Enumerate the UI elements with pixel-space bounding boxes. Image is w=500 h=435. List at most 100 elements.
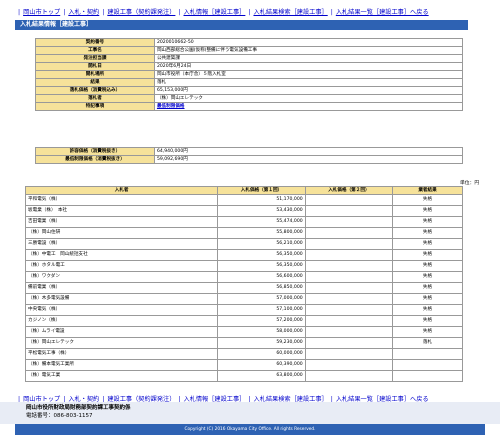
- bid-price-round1: 56,600,000: [217, 271, 306, 283]
- info-label: 最低制限価格（消費税抜き）: [35, 155, 155, 164]
- bid-price-round1: 53,430,000: [217, 205, 306, 217]
- info-label: 結果: [35, 78, 155, 87]
- info-row: 開札場所 岡山市役所（本庁舎）５階入札室: [35, 70, 464, 79]
- table-row: 吉田電業（株） 55,474,000 失格: [24, 216, 463, 228]
- header-price-round2: 入札価格（第２回）: [304, 186, 394, 195]
- info-label: 特記事項: [35, 102, 155, 111]
- nav-link-bid-result-search[interactable]: 入札結果検索［建設工事］: [253, 9, 327, 16]
- info-row: 落札者 （株）岡山エレテック: [35, 94, 464, 103]
- bidder-name: （株）ワクダン: [24, 271, 219, 283]
- bid-result: [392, 370, 463, 382]
- bid-price-round2: [304, 227, 394, 239]
- bidder-name: （株）岡山住研: [24, 227, 219, 239]
- bidder-name: （株）ホタル電工: [24, 260, 219, 272]
- info-value: 岡山市役所（本庁舎）５階入札室: [153, 70, 464, 79]
- table-header-row: 入札者 入札価格（第１回） 入札価格（第２回） 業者結果: [24, 186, 463, 195]
- bid-result: [392, 348, 463, 360]
- price-info-table: 許容価格（消費税抜き） 64,940,000円 最低制限価格（消費税抜き） 59,0…: [35, 147, 464, 164]
- bid-price-round1: 56,350,000: [217, 249, 306, 261]
- bid-price-round1: 57,000,000: [217, 293, 306, 305]
- table-row: 平和電気（株） 51,170,000 失格: [24, 194, 463, 206]
- info-label: 許容価格（消費税抜き）: [35, 147, 155, 156]
- bid-price-round1: 63,800,000: [217, 370, 306, 382]
- bidder-name: （株）木多電気設備: [24, 293, 219, 305]
- table-row: 中央電気（株） 57,100,000 失格: [24, 304, 463, 316]
- header-bidder: 入札者: [24, 186, 219, 195]
- bid-price-round2: [304, 293, 394, 305]
- bid-price-round2: [304, 249, 394, 261]
- contact-phone: 電話番号：086-803-1157: [26, 413, 93, 419]
- bid-price-round1: 56,350,000: [217, 260, 306, 272]
- table-row: 平松電気工事（株） 60,000,000: [24, 348, 463, 360]
- bid-result: 落札: [392, 337, 463, 349]
- header-result: 業者結果: [392, 186, 463, 195]
- bid-price-round1: 57,100,000: [217, 304, 306, 316]
- nav-link-construction-contract[interactable]: 建設工事（契約課発注）: [107, 9, 175, 16]
- bid-result: 失格: [392, 227, 463, 239]
- bid-price-round1: 59,230,000: [217, 337, 306, 349]
- nav-link-bid-info[interactable]: 入札情報［建設工事］: [184, 9, 246, 16]
- table-row: （株）木多電気設備 57,000,000 失格: [24, 293, 463, 305]
- bid-price-round2: [304, 326, 394, 338]
- bid-price-round2: [304, 238, 394, 250]
- nav-link-bidding-contract[interactable]: 入札・契約: [68, 9, 99, 16]
- bidder-name: （株）岡山エレテック: [24, 337, 219, 349]
- info-value: 59,092,690円: [153, 155, 464, 164]
- table-row: 坂電業（株） 本社 53,430,000 失格: [24, 205, 463, 217]
- info-row: 工事名 岡山西部総合公園(仮称)整備に伴う電気設備工事: [35, 46, 464, 55]
- table-row: カジノン（株） 57,200,000 失格: [24, 315, 463, 327]
- bid-result: 失格: [392, 326, 463, 338]
- bidder-name: 中央電気（株）: [24, 304, 219, 316]
- bid-result: 失格: [392, 271, 463, 283]
- bid-price-round2: [304, 337, 394, 349]
- bid-price-round2: [304, 304, 394, 316]
- nav-link-back-to-results[interactable]: 入札結果一覧［建設工事］へ戻る: [336, 9, 429, 16]
- bid-price-round1: 55,474,000: [217, 216, 306, 228]
- bid-result: 失格: [392, 194, 463, 206]
- special-note-link[interactable]: 最低制限価格: [157, 104, 185, 109]
- table-row: （株）ムライ電設 58,000,000 失格: [24, 326, 463, 338]
- info-label: 開札場所: [35, 70, 155, 79]
- bid-results-table: 入札者 入札価格（第１回） 入札価格（第２回） 業者結果 平和電気（株） 51,1…: [24, 186, 463, 382]
- bidder-name: 平和電気（株）: [24, 194, 219, 206]
- bid-price-round1: 58,000,000: [217, 326, 306, 338]
- bid-price-round2: [304, 216, 394, 228]
- bidder-name: 坂電業（株） 本社: [24, 205, 219, 217]
- bidder-name: カジノン（株）: [24, 315, 219, 327]
- page-title: 入札結果情報［建設工事］: [15, 20, 468, 30]
- table-row: 三勝電設（株） 56,210,000 失格: [24, 238, 463, 250]
- info-value: 64,940,000円: [153, 147, 464, 156]
- bid-price-round1: 56,850,000: [217, 282, 306, 294]
- info-value: 落札: [153, 78, 464, 87]
- top-navigation: | 岡山市トップ | 入札・契約 | 建設工事（契約課発注） | 入札情報［建設工事］ | 入札結…: [18, 9, 429, 16]
- table-row: （株）ワクダン 56,600,000 失格: [24, 271, 463, 283]
- info-row: 結果 落札: [35, 78, 464, 87]
- info-label: 発注担当課: [35, 54, 155, 63]
- bid-price-round2: [304, 271, 394, 283]
- info-value: （株）岡山エレテック: [153, 94, 464, 103]
- info-row: 発注担当課 公共建築課: [35, 54, 464, 63]
- bidder-name: 三勝電設（株）: [24, 238, 219, 250]
- table-row: （株）中電工 岡山統括支社 56,350,000 失格: [24, 249, 463, 261]
- info-label: 工事名: [35, 46, 155, 55]
- bid-result: 失格: [392, 304, 463, 316]
- info-value: 65,153,000円: [153, 86, 464, 95]
- bid-price-round2: [304, 205, 394, 217]
- bid-result: 失格: [392, 216, 463, 228]
- bid-price-round2: [304, 260, 394, 272]
- bid-result: [392, 359, 463, 371]
- bid-price-round2: [304, 194, 394, 206]
- bid-price-round1: 51,170,000: [217, 194, 306, 206]
- bid-price-round2: [304, 370, 394, 382]
- table-row: （株）備本電気工業所 60,390,000: [24, 359, 463, 371]
- bid-price-round2: [304, 348, 394, 360]
- bidder-name: （株）ムライ電設: [24, 326, 219, 338]
- bid-price-round1: 55,800,000: [217, 227, 306, 239]
- info-value: 公共建築課: [153, 54, 464, 63]
- bidder-name: （株）備本電気工業所: [24, 359, 219, 371]
- bid-result: 失格: [392, 205, 463, 217]
- bid-price-round1: 57,200,000: [217, 315, 306, 327]
- copyright-bar: Copyright (C) 2016 Okayama City Office. …: [15, 424, 485, 435]
- nav-link-okayama-top[interactable]: 岡山市トップ: [23, 9, 60, 16]
- info-label: 契約番号: [35, 38, 155, 47]
